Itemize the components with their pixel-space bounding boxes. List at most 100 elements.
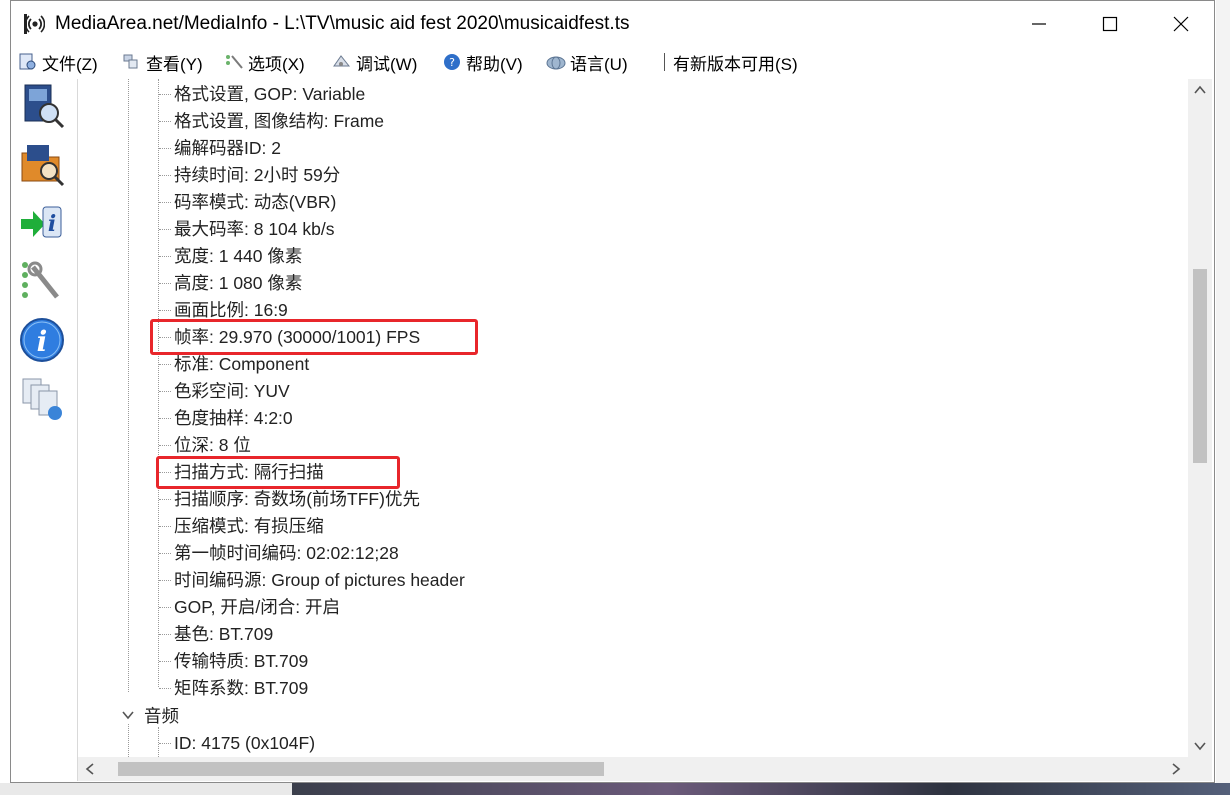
menu-debug[interactable]: 调试(W) (331, 51, 418, 74)
tree-row[interactable]: 高度: 1 080 像素 (174, 272, 302, 294)
tree-row[interactable]: 位深: 8 位 (174, 434, 251, 456)
audio-node-label[interactable]: 音频 (144, 705, 179, 727)
scroll-down-button[interactable] (1188, 735, 1212, 757)
title-bar[interactable]: MediaArea.net/MediaInfo - L:\TV\music ai… (11, 1, 1214, 47)
minimize-icon (1032, 23, 1046, 25)
tree-row[interactable]: 最大码率: 8 104 kb/s (174, 218, 334, 240)
tree-row[interactable]: 压缩模式: 有损压缩 (174, 515, 324, 537)
mediainfo-app-icon (23, 13, 45, 35)
scroll-left-button[interactable] (78, 757, 102, 781)
tree-row[interactable]: 时间编码源: Group of pictures header (174, 569, 465, 591)
tree-row[interactable]: 标准: Component (174, 353, 309, 375)
tree-row[interactable]: 画面比例: 16:9 (174, 299, 288, 321)
menu-bar: 文件(Z) 查看(Y) 选项(X) 调试(W) ? 帮助(V) 语言(U) 有新… (11, 48, 1214, 75)
tree-branch-line (159, 553, 171, 554)
menu-language[interactable]: 语言(U) (545, 51, 628, 74)
tree-row[interactable]: 编解码器ID: 2 (174, 137, 281, 159)
tree-branch-line (159, 391, 171, 392)
multi-file-icon[interactable] (17, 375, 67, 425)
menu-file-label: 文件(Z) (42, 54, 98, 74)
help-menu-icon: ? (444, 54, 460, 70)
highlight-box-scan-type (156, 456, 400, 489)
menu-file[interactable]: 文件(Z) (17, 51, 98, 74)
scroll-up-button[interactable] (1188, 79, 1212, 101)
tree-branch-line (159, 364, 171, 365)
tree-branch-line (159, 175, 171, 176)
tree-branch-line (159, 526, 171, 527)
tree-branch-line (159, 661, 171, 662)
menu-view-label: 查看(Y) (146, 54, 203, 74)
tree-row[interactable]: GOP, 开启/闭合: 开启 (174, 596, 340, 618)
close-button[interactable] (1149, 1, 1213, 47)
open-folder-icon[interactable] (17, 139, 67, 189)
minimize-button[interactable] (1007, 1, 1071, 47)
tree-branch-line (159, 634, 171, 635)
menu-view[interactable]: 查看(Y) (121, 51, 203, 74)
file-menu-icon (19, 53, 36, 70)
tree-row[interactable]: 矩阵系数: BT.709 (174, 677, 308, 699)
view-menu-icon (123, 54, 138, 69)
tree-guide-line (128, 79, 129, 692)
horizontal-scrollbar[interactable] (78, 757, 1188, 781)
tree-branch-line (159, 607, 171, 608)
tree-branch-line (159, 418, 171, 419)
menu-help-label: 帮助(V) (466, 54, 523, 74)
svg-text:i: i (48, 211, 56, 237)
background-desktop (1216, 0, 1230, 795)
tree-row[interactable]: 基色: BT.709 (174, 623, 273, 645)
menu-help[interactable]: ? 帮助(V) (441, 51, 523, 74)
debug-menu-icon (333, 55, 351, 67)
tree-branch-line (159, 743, 171, 744)
tree-row[interactable]: 持续时间: 2小时 59分 (174, 164, 340, 186)
horizontal-scroll-thumb[interactable] (118, 762, 604, 776)
menu-separator (664, 53, 665, 71)
tree-row[interactable]: ID: 4175 (0x104F) (174, 732, 315, 754)
tree-branch-line (159, 499, 171, 500)
highlight-box-frame-rate (150, 319, 478, 355)
tree-row[interactable]: 色彩空间: YUV (174, 380, 290, 402)
tree-row[interactable]: 码率模式: 动态(VBR) (174, 191, 336, 213)
background-video-frame (292, 783, 1230, 795)
tree-row[interactable]: 传输特质: BT.709 (174, 650, 308, 672)
tree-row[interactable]: 扫描顺序: 奇数场(前场TFF)优先 (174, 488, 420, 510)
vertical-scrollbar[interactable] (1188, 79, 1212, 757)
language-menu-icon (546, 56, 566, 70)
maximize-icon (1102, 16, 1118, 32)
open-file-icon[interactable] (17, 81, 67, 131)
chevron-left-icon (85, 763, 94, 775)
menu-update-label: 有新版本可用(S) (673, 54, 798, 74)
preferences-icon[interactable] (17, 257, 67, 307)
tree-branch-line (159, 283, 171, 284)
tree-row[interactable]: 宽度: 1 440 像素 (174, 245, 302, 267)
side-toolbar: i i (15, 79, 67, 759)
scroll-right-button[interactable] (1164, 757, 1188, 781)
chevron-down-icon[interactable] (120, 707, 136, 723)
about-icon[interactable]: i (17, 315, 67, 365)
tree-guide-line (158, 79, 159, 687)
tree-guide-line (128, 724, 129, 757)
info-tree[interactable]: 格式设置, GOP: Variable 格式设置, 图像结构: Frame 编解码器… (78, 79, 1188, 757)
tree-branch-line (159, 94, 171, 95)
menu-debug-label: 调试(W) (356, 54, 418, 74)
tree-row[interactable]: 色度抽样: 4:2:0 (174, 407, 293, 429)
info-tree-panel: 格式设置, GOP: Variable 格式设置, 图像结构: Frame 编解码器… (77, 79, 1213, 781)
tree-branch-line (159, 121, 171, 122)
maximize-button[interactable] (1078, 1, 1142, 47)
window-title: MediaArea.net/MediaInfo - L:\TV\music ai… (55, 13, 630, 34)
mediainfo-window: MediaArea.net/MediaInfo - L:\TV\music ai… (10, 0, 1215, 783)
tree-row[interactable]: 格式设置, 图像结构: Frame (174, 110, 384, 132)
menu-options[interactable]: 选项(X) (223, 51, 305, 74)
vertical-scroll-thumb[interactable] (1193, 269, 1207, 463)
tree-branch-line (159, 310, 171, 311)
tree-branch-line (159, 229, 171, 230)
tree-branch-line (159, 688, 171, 689)
menu-language-label: 语言(U) (570, 54, 628, 74)
scrollbar-corner (1188, 757, 1212, 781)
chevron-up-icon (1194, 85, 1206, 94)
tree-row[interactable]: 格式设置, GOP: Variable (174, 83, 365, 105)
tree-row[interactable]: 第一帧时间编码: 02:02:12;28 (174, 542, 399, 564)
export-info-icon[interactable]: i (17, 199, 67, 249)
tree-branch-line (159, 445, 171, 446)
tree-guide-line (158, 727, 159, 757)
menu-update[interactable]: 有新版本可用(S) (673, 51, 798, 74)
